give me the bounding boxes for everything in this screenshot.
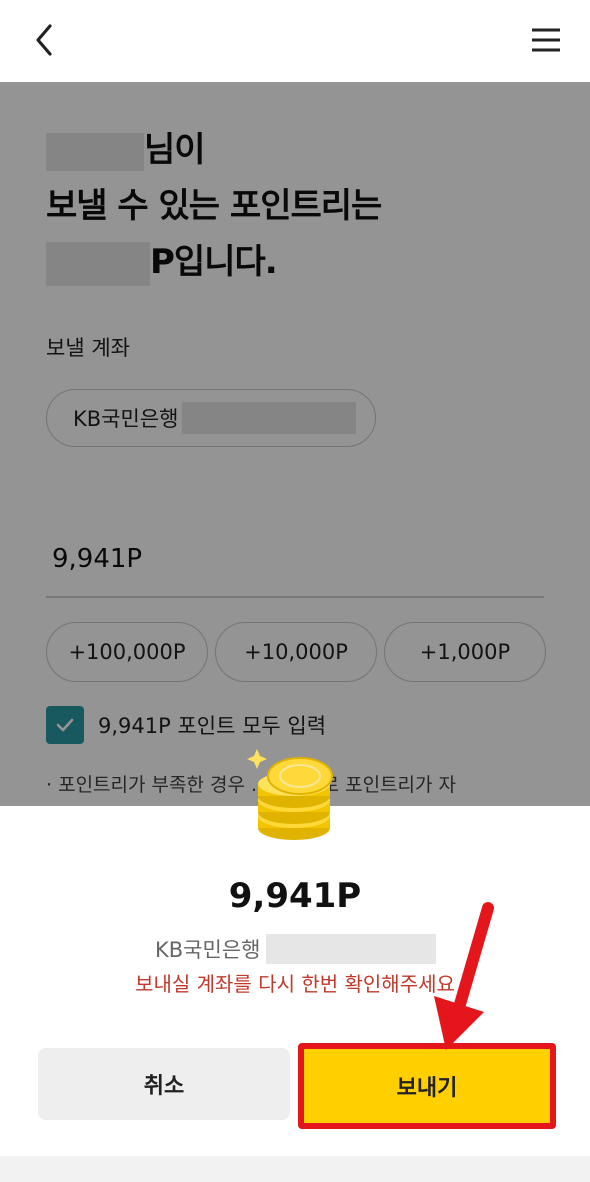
red-arrow-annotation-icon (434, 902, 494, 1050)
send-button[interactable]: 보내기 (298, 1043, 556, 1129)
app-bar (0, 0, 590, 82)
sheet-account-bank: KB국민은행 (155, 938, 261, 962)
masked-sheet-account-number (266, 934, 437, 964)
hamburger-menu-icon (532, 28, 560, 52)
chevron-left-icon (36, 24, 52, 56)
back-button[interactable] (28, 20, 62, 60)
coin-stack-icon (247, 749, 333, 840)
menu-button[interactable] (528, 22, 564, 58)
bottom-nav-strip (0, 1156, 590, 1182)
cancel-button[interactable]: 취소 (38, 1048, 290, 1120)
sheet-account: KB국민은행 (155, 934, 437, 964)
